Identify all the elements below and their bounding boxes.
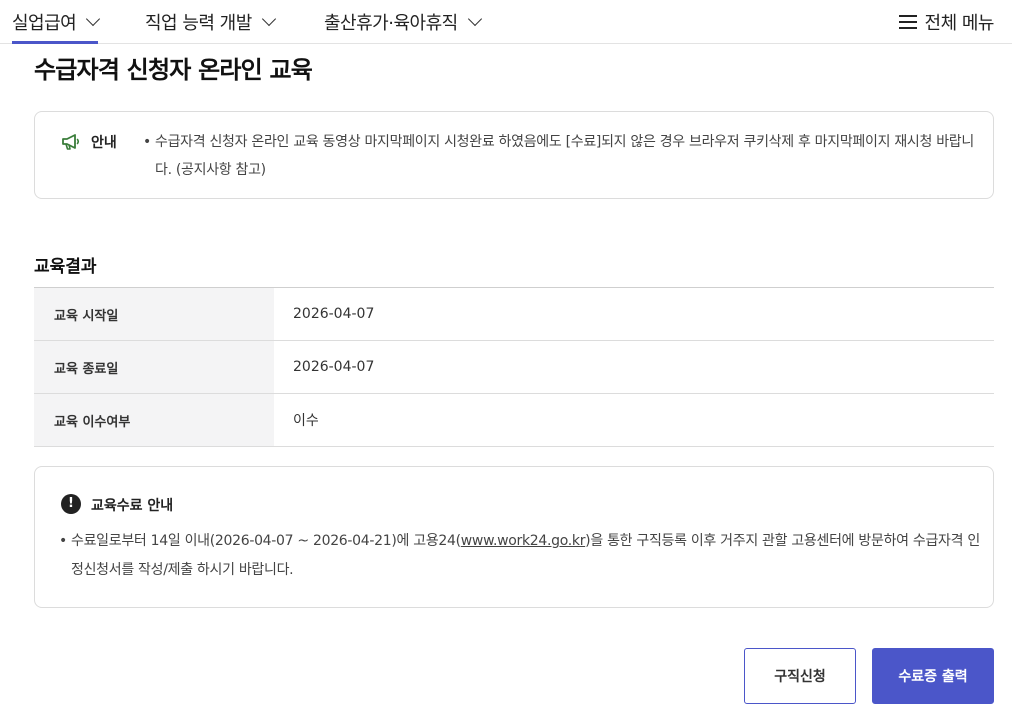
section-title-education-result: 교육결과 (34, 257, 97, 277)
nav-item-vocational-training[interactable]: 직업 능력 개발 (145, 0, 276, 43)
row-value-start-date: 2026-04-07 (293, 306, 375, 322)
nav-item-maternity-parental-leave[interactable]: 출산휴가·육아휴직 (324, 0, 482, 43)
row-value-completion-status: 이수 (293, 413, 319, 429)
completion-info-text: 수료일로부터 14일 이내(2026-04-07 ~ 2026-04-21)에 … (59, 527, 981, 585)
notice-text: 수급자격 신청자 온라인 교육 동영상 마지막페이지 시청완료 하였음에도 [수… (143, 128, 985, 184)
nav-item-unemployment-benefit[interactable]: 실업급여 (12, 0, 101, 44)
table-row: 교육 이수여부 이수 (34, 393, 994, 447)
page-title: 수급자격 신청자 온라인 교육 (34, 56, 313, 84)
chevron-down-icon (467, 11, 482, 27)
notice-label: 안내 (91, 135, 117, 151)
top-navigation: 실업급여 직업 능력 개발 출산휴가·육아휴직 전체 메뉴 (0, 0, 1012, 44)
completion-text-before: 수료일로부터 14일 이내(2026-04-07 ~ 2026-04-21)에 … (71, 533, 461, 549)
row-value-end-date: 2026-04-07 (293, 359, 375, 375)
notice-box: 안내 수급자격 신청자 온라인 교육 동영상 마지막페이지 시청완료 하였음에도… (34, 111, 994, 199)
print-certificate-button[interactable]: 수료증 출력 (872, 648, 994, 704)
row-label-completion-status: 교육 이수여부 (34, 393, 274, 447)
nav-item-label: 실업급여 (12, 12, 77, 34)
nav-item-label: 직업 능력 개발 (145, 12, 252, 34)
chevron-down-icon (261, 11, 276, 27)
completion-info-box: ! 교육수료 안내 수료일로부터 14일 이내(2026-04-07 ~ 202… (34, 466, 994, 608)
nav-item-label: 출산휴가·육아휴직 (324, 12, 458, 34)
hamburger-icon (898, 14, 917, 29)
row-label-start-date: 교육 시작일 (34, 287, 274, 341)
megaphone-icon (62, 134, 80, 150)
work24-link[interactable]: www.work24.go.kr (461, 533, 586, 549)
education-result-table: 교육 시작일 2026-04-07 교육 종료일 2026-04-07 교육 이… (34, 287, 994, 447)
all-menu-button[interactable]: 전체 메뉴 (898, 0, 995, 43)
job-apply-button[interactable]: 구직신청 (744, 648, 856, 704)
table-row: 교육 시작일 2026-04-07 (34, 287, 994, 341)
completion-info-heading: 교육수료 안내 (91, 498, 174, 514)
row-label-end-date: 교육 종료일 (34, 340, 274, 394)
all-menu-label: 전체 메뉴 (924, 12, 995, 34)
chevron-down-icon (86, 11, 101, 27)
table-row: 교육 종료일 2026-04-07 (34, 340, 994, 394)
exclamation-icon: ! (61, 494, 81, 514)
